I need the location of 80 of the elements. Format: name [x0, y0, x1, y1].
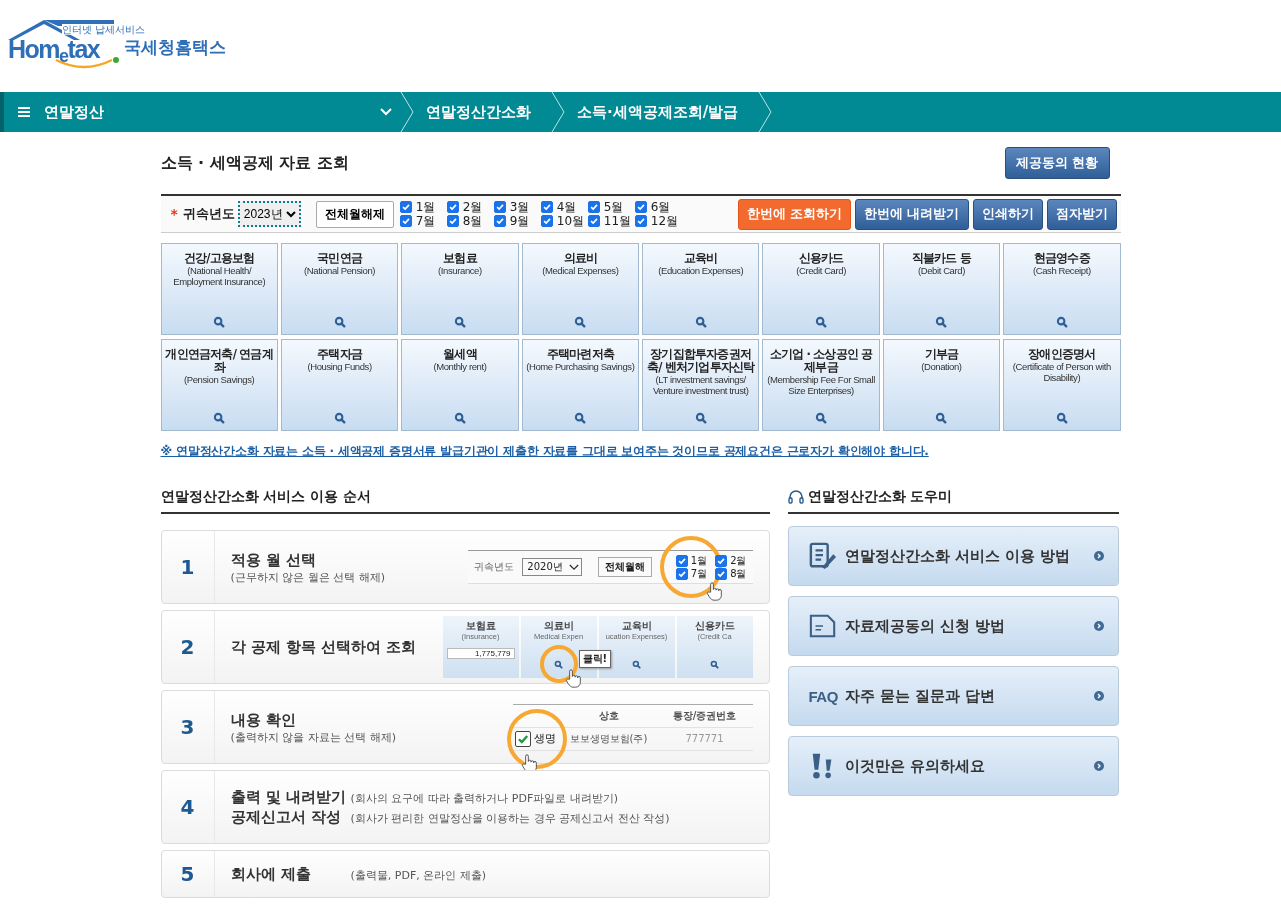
help-link-button[interactable]: 이것만은 유의하세요 [787, 736, 1119, 796]
month-label: 1월 [415, 200, 436, 214]
category-tile[interactable]: 주택마련저축 (Home Purchasing Savings) [521, 339, 639, 431]
table-cell-text: 777771 [684, 733, 725, 744]
month-label: 2월 [462, 200, 483, 214]
month-label: 3월 [509, 200, 530, 214]
section-title: 연말정산간소화 서비스 이용 순서 [160, 488, 770, 514]
category-tile[interactable]: 주택자금 (Housing Funds) [280, 339, 399, 431]
category-tile[interactable]: 기부금 (Donation) [882, 339, 1001, 431]
logo-name[interactable]: 국세청홈택스 [124, 36, 226, 59]
step-number: 2 [161, 611, 215, 683]
category-tile[interactable]: 소기업 · 소상공인 공제부금 (Membership Fee For Small Size Enterprises) [762, 339, 880, 431]
month-label: 8월 [730, 567, 747, 580]
category-tile[interactable]: 보험료 (Insurance) [401, 243, 519, 335]
step-note: (회사가 편리한 연말정산을 이용하는 경우 공제신고서 전산 작성) [350, 811, 670, 826]
column-header: 상호 [597, 708, 620, 723]
step-number: 3 [161, 691, 215, 763]
step-title: 출력 및 내려받기 [230, 787, 343, 807]
action-button[interactable]: 한번에 내려받기 [855, 198, 969, 230]
help-link-button[interactable]: 자료제공동의 신청 방법 [787, 596, 1119, 656]
logo-tagline: 인터넷 납세서비스 [62, 24, 146, 35]
step-title: 내용 확인 [230, 709, 297, 730]
month-label: 10월 [556, 214, 585, 228]
month-label: 5월 [603, 200, 624, 214]
page-title: 소득 · 세액공제 자료 조회 [160, 152, 349, 174]
amount-field: 1,775,779 [446, 648, 515, 659]
help-link-button[interactable]: FAQ 자주 묻는 질문과 답변 [787, 666, 1119, 726]
year-label: 귀속년도 [474, 560, 515, 574]
step-note: (근무하지 않은 월은 선택 해제) [230, 569, 386, 585]
breadcrumb-link[interactable]: 소득·세액공제조회/발급 [565, 102, 759, 122]
consent-status-button[interactable]: 제공동의 현황 [1004, 147, 1110, 179]
month-label: 12월 [650, 214, 679, 228]
step-note: (회사의 요구에 따라 출력하거나 PDF파일로 내려받기) [350, 791, 618, 806]
category-tile[interactable]: 장기집합투자증권저축/ 벤처기업투자신탁 (LT investment savings/ Venture investment trust) [642, 339, 760, 431]
category-tile[interactable]: 의료비 (Medical Expenses) [521, 243, 639, 335]
table-cell: 생명 [533, 731, 556, 746]
month-label: 7월 [415, 214, 436, 228]
month-label: 2월 [730, 554, 747, 567]
logo-wordmark[interactable]: Hom$_{e}$tax [8, 34, 100, 71]
category-tile[interactable]: 직불카드 등 (Debit Card) [882, 243, 1001, 335]
month-label: 7월 [690, 567, 708, 580]
faq-label: FAQ [808, 687, 838, 705]
help-link-button[interactable]: 연말정산간소화 서비스 이용 방법 [787, 526, 1119, 586]
table-cell-text: 보보생명보험(주) [568, 731, 649, 746]
step-number: 4 [161, 771, 215, 843]
step-number: 1 [161, 531, 215, 603]
category-tile[interactable]: 장애인증명서 (Certificate of Person with Disability) [1003, 339, 1121, 431]
step-note: (출력물, PDF, 온라인 제출) [350, 868, 486, 883]
category-tile[interactable]: 국민연금 (National Pension) [280, 243, 399, 335]
notice-link[interactable]: ※ 연말정산간소화 자료는 소득 · 세액공제 증명서류 발급기관이 제출한 자료를 그대로 보여주는 것이므로 공제요건은 근로자가 확인해야 합니다. [160, 443, 1121, 460]
step-note: (출력하지 않을 자료는 선택 해제) [230, 729, 397, 745]
clear-months-button[interactable]: 전체월해제 [315, 200, 394, 228]
year-select[interactable]: 2023년 [237, 201, 301, 227]
category-tile[interactable]: 교육비 (Education Expenses) [642, 243, 760, 335]
required-mark: * [170, 206, 178, 222]
category-tile[interactable]: 건강/고용보험 (National Health/ Employment Insurance) [160, 243, 278, 335]
click-callout: 클릭! [578, 650, 612, 668]
year-label: 귀속년도 [182, 205, 235, 223]
step-title: 각 공제 항목 선택하여 조회 [230, 637, 417, 657]
category-tile[interactable]: 개인연금저축/ 연금계좌 (Pension Savings) [160, 339, 278, 431]
category-tile[interactable]: 월세액 (Monthly rent) [401, 339, 519, 431]
month-label: 6월 [650, 200, 671, 214]
month-label: 4월 [556, 200, 577, 214]
column-header: 통장/증권번호 [671, 708, 738, 723]
step-title: 회사에 제출 [230, 864, 312, 884]
step-title: 공제신고서 작성 [230, 807, 342, 827]
step-title: 적용 월 선택 [230, 549, 317, 570]
section-title: 연말정산간소화 도우미 [807, 488, 953, 506]
action-button[interactable]: 인쇄하기 [972, 198, 1043, 230]
breadcrumb-link[interactable]: 연말정산간소화 [414, 102, 551, 122]
month-label: 9월 [509, 214, 530, 228]
action-button[interactable]: 점자받기 [1046, 198, 1117, 230]
category-tile[interactable]: 신용카드 (Credit Card) [762, 243, 880, 335]
menu-label: 연말정산 [44, 102, 105, 122]
month-label: 11월 [603, 214, 632, 228]
menu-dropdown[interactable]: 연말정산 [4, 92, 400, 132]
step-number: 5 [161, 851, 215, 897]
month-label: 1월 [690, 554, 708, 567]
category-tile[interactable]: 현금영수증 (Cash Receipt) [1003, 243, 1121, 335]
month-label: 8월 [462, 214, 483, 228]
